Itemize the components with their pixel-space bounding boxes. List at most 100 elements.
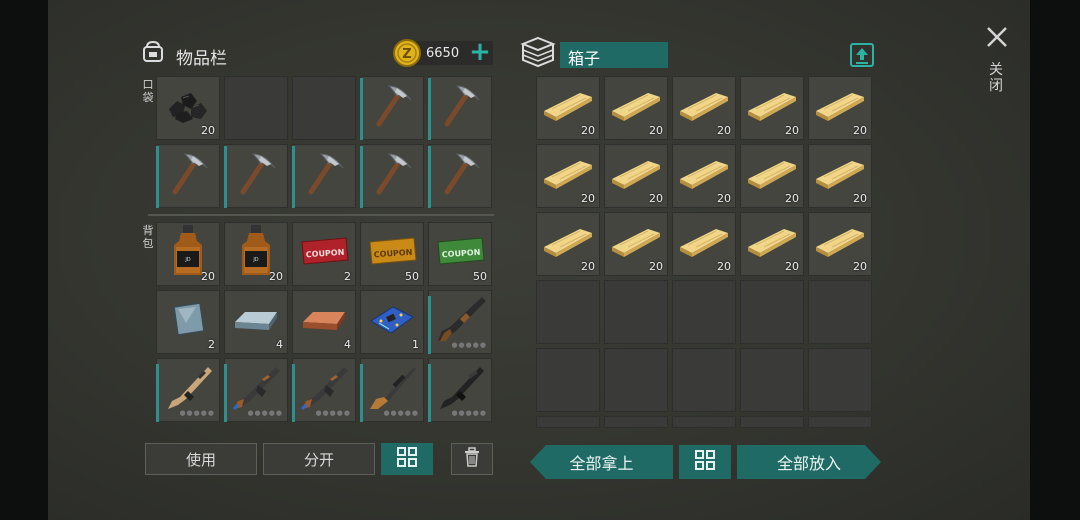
currency-amount: 6650 — [426, 46, 460, 61]
durability-bar — [292, 146, 295, 208]
inventory-slot[interactable] — [428, 144, 492, 208]
empty-slot[interactable] — [740, 416, 804, 428]
attachment-dots: ●●●●● — [451, 409, 487, 417]
item-count: 50 — [473, 270, 487, 283]
inventory-slot[interactable]: COUPON 50 — [428, 222, 492, 286]
add-currency-button[interactable]: + — [468, 39, 492, 66]
durability-bar — [360, 146, 363, 208]
item-count: 20 — [853, 260, 867, 273]
attachment-dots: ●●●●● — [179, 409, 215, 417]
inventory-slot[interactable]: 20 — [808, 212, 872, 276]
inventory-slot[interactable]: COUPON 50 — [360, 222, 424, 286]
durability-bar — [224, 146, 227, 208]
item-count: 20 — [581, 124, 595, 137]
inventory-slot[interactable]: 20 — [536, 144, 600, 208]
inventory-slot[interactable]: ●●●●● — [428, 290, 492, 354]
inventory-slot[interactable]: ●●●●● — [292, 358, 356, 422]
red-coupon-icon: COUPON — [301, 237, 349, 265]
inventory-slot[interactable]: 20 — [536, 212, 600, 276]
game-inventory-screen: 物品栏 Z 6650 + 口袋 背包 20 JD 20 JD 20 COUPON 2 COU… — [48, 0, 1030, 520]
empty-slot[interactable] — [536, 280, 600, 344]
inventory-slot[interactable]: 20 — [672, 76, 736, 140]
inventory-slot[interactable]: 20 — [604, 76, 668, 140]
item-count: 20 — [201, 270, 215, 283]
inventory-slot[interactable]: ●●●●● — [156, 358, 220, 422]
inventory-slot[interactable] — [224, 144, 288, 208]
empty-slot[interactable] — [740, 348, 804, 412]
upload-button[interactable] — [849, 42, 875, 68]
inventory-slot[interactable]: 1 — [360, 290, 424, 354]
inventory-slot[interactable] — [428, 76, 492, 140]
inventory-slot[interactable] — [360, 76, 424, 140]
inventory-slot[interactable] — [156, 144, 220, 208]
green-coupon-icon: COUPON — [437, 237, 485, 265]
inventory-slot[interactable] — [360, 144, 424, 208]
inventory-slot[interactable]: JD 20 — [156, 222, 220, 286]
inventory-slot[interactable]: 20 — [740, 76, 804, 140]
inventory-slot[interactable]: 20 — [536, 76, 600, 140]
inventory-slot[interactable]: ●●●●● — [428, 358, 492, 422]
use-button[interactable]: 使用 — [145, 443, 257, 475]
empty-slot[interactable] — [672, 416, 736, 428]
wooden-plank-icon — [544, 161, 592, 190]
put-all-button[interactable]: 全部放入 — [737, 445, 881, 479]
item-count: 20 — [785, 260, 799, 273]
wooden-plank-icon — [680, 161, 728, 190]
inventory-slot[interactable]: 20 — [808, 76, 872, 140]
close-button[interactable] — [984, 24, 1010, 50]
inventory-slot[interactable]: COUPON 2 — [292, 222, 356, 286]
attachment-dots: ●●●●● — [315, 409, 351, 417]
empty-slot[interactable] — [808, 348, 872, 412]
empty-slot[interactable] — [808, 416, 872, 428]
black-rifle-icon — [440, 367, 484, 410]
empty-slot[interactable] — [224, 76, 288, 140]
empty-slot[interactable] — [672, 280, 736, 344]
split-button[interactable]: 分开 — [263, 443, 375, 475]
empty-slot[interactable] — [604, 348, 668, 412]
inventory-slot[interactable]: 20 — [808, 144, 872, 208]
empty-slot[interactable] — [808, 280, 872, 344]
durability-bar — [428, 296, 431, 354]
inventory-slot[interactable]: 20 — [156, 76, 220, 140]
wooden-plank-icon — [612, 161, 660, 190]
wooden-plank-icon — [612, 229, 660, 258]
inventory-slot[interactable]: 20 — [740, 212, 804, 276]
delete-button[interactable] — [451, 443, 493, 475]
inventory-slot[interactable] — [292, 144, 356, 208]
empty-slot[interactable] — [604, 416, 668, 428]
take-all-button[interactable]: 全部拿上 — [530, 445, 673, 479]
durability-bar — [428, 364, 431, 422]
item-count: 2 — [344, 270, 351, 283]
inventory-slot[interactable]: 20 — [672, 144, 736, 208]
empty-slot[interactable] — [740, 280, 804, 344]
item-count: 50 — [405, 270, 419, 283]
wooden-plank-icon — [816, 161, 864, 190]
svg-text:JD: JD — [252, 257, 258, 263]
inventory-slot[interactable]: 4 — [224, 290, 288, 354]
inventory-slot[interactable]: 20 — [740, 144, 804, 208]
sort-inventory-button[interactable] — [381, 443, 433, 475]
empty-slot[interactable] — [536, 348, 600, 412]
item-count: 4 — [344, 338, 351, 351]
inventory-slot[interactable]: ●●●●● — [224, 358, 288, 422]
item-count: 2 — [208, 338, 215, 351]
inventory-slot[interactable]: JD 20 — [224, 222, 288, 286]
inventory-slot[interactable]: 4 — [292, 290, 356, 354]
backpack-icon — [140, 38, 166, 64]
item-count: 20 — [717, 124, 731, 137]
empty-slot[interactable] — [536, 416, 600, 428]
put-all-label: 全部放入 — [776, 454, 841, 473]
pickaxe-icon — [240, 153, 276, 195]
empty-slot[interactable] — [292, 76, 356, 140]
item-count: 20 — [717, 260, 731, 273]
inventory-title: 物品栏 — [176, 49, 227, 69]
inventory-slot[interactable]: 2 — [156, 290, 220, 354]
inventory-slot[interactable]: ●●●●● — [360, 358, 424, 422]
inventory-slot[interactable]: 20 — [672, 212, 736, 276]
empty-slot[interactable] — [604, 280, 668, 344]
item-count: 20 — [853, 192, 867, 205]
inventory-slot[interactable]: 20 — [604, 144, 668, 208]
inventory-slot[interactable]: 20 — [604, 212, 668, 276]
empty-slot[interactable] — [672, 348, 736, 412]
sort-chest-button[interactable] — [679, 445, 731, 479]
